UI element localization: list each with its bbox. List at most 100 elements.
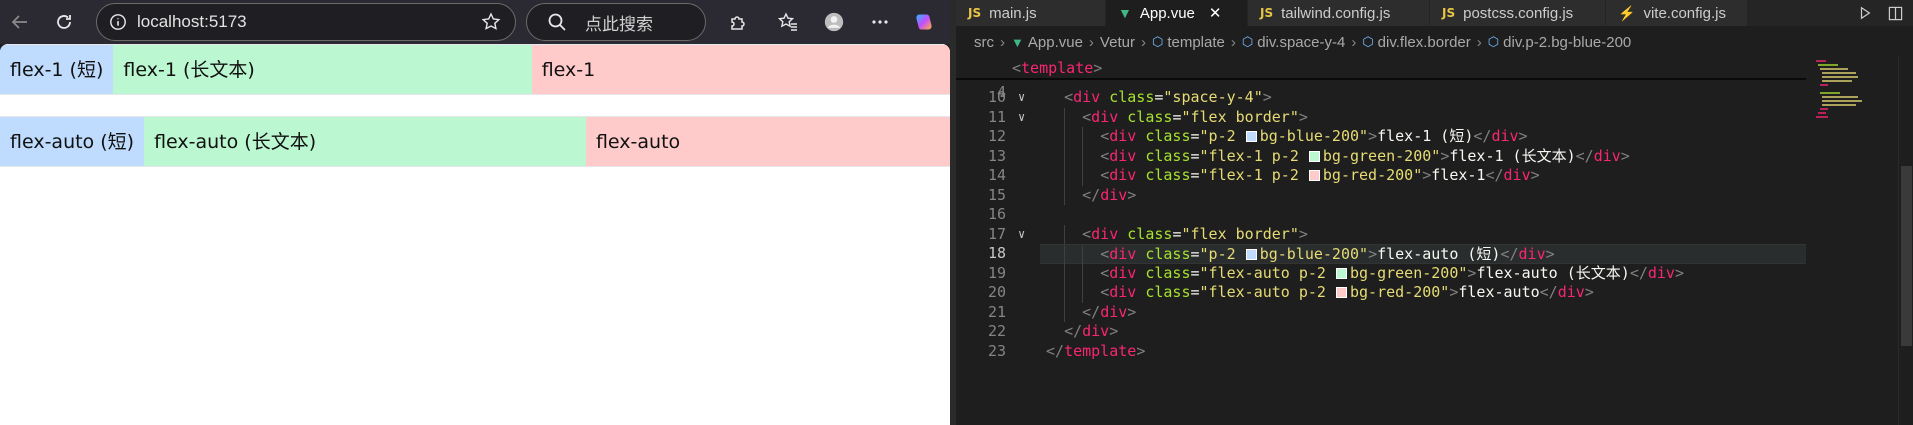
breadcrumb-flex-border[interactable]: div.flex.border: [1378, 34, 1471, 51]
breadcrumb-space-y-4[interactable]: div.space-y-4: [1257, 34, 1345, 51]
code-line[interactable]: 12 <div class="p-2 bg-blue-200">flex-1 (…: [956, 127, 1806, 147]
code-token: >: [1368, 245, 1378, 263]
code-line-content[interactable]: <div class="flex border">: [1040, 107, 1806, 127]
line-number: 18: [987, 244, 1006, 262]
color-swatch[interactable]: [1245, 249, 1257, 260]
star-icon[interactable]: [481, 12, 501, 32]
indent-guide: [1064, 302, 1065, 322]
code-line[interactable]: 15 </div>: [956, 185, 1806, 205]
sticky-scroll-line[interactable]: 4 <template>: [956, 56, 1806, 101]
code-token: >: [1584, 283, 1594, 301]
code-line[interactable]: 20 <div class="flex-auto p-2 bg-red-200"…: [956, 283, 1806, 303]
avatar-icon: [824, 12, 844, 32]
code-line-content[interactable]: <div class="flex-1 p-2 bg-green-200">fle…: [1040, 146, 1806, 166]
page-viewport: flex-1 (短) flex-1 (长文本) flex-1 flex-auto…: [0, 44, 950, 425]
code-line[interactable]: 14 <div class="flex-1 p-2 bg-red-200">fl…: [956, 166, 1806, 186]
code-token: >: [1368, 127, 1378, 145]
code-line-content[interactable]: </div>: [1040, 302, 1806, 322]
code-line-content[interactable]: <div class="flex-1 p-2 bg-red-200">flex-…: [1040, 166, 1806, 186]
indent-guide: [1064, 263, 1065, 283]
profile-button[interactable]: [818, 6, 850, 38]
code-line-content[interactable]: <div class="flex-auto p-2 bg-red-200">fl…: [1040, 283, 1806, 303]
more-button[interactable]: [864, 6, 896, 38]
back-button[interactable]: [4, 6, 36, 38]
flex-1-short-box: flex-1 (短): [0, 45, 114, 94]
breadcrumb-template[interactable]: template: [1167, 34, 1225, 51]
code-token: >: [1674, 263, 1684, 282]
code-line[interactable]: 11 ∨ <div class="flex border">: [956, 107, 1806, 128]
code-line-content[interactable]: <div class="p-2 bg-blue-200">flex-auto (…: [1040, 244, 1806, 265]
flex-auto-long-box: flex-auto (长文本): [144, 117, 586, 166]
code-line[interactable]: 13 <div class="flex-1 p-2 bg-green-200">…: [956, 146, 1806, 166]
tab-main-js[interactable]: JS main.js: [956, 0, 1106, 26]
run-icon[interactable]: [1858, 6, 1872, 20]
breadcrumb-vetur[interactable]: Vetur: [1100, 34, 1135, 51]
code-line[interactable]: 23 </template>: [956, 342, 1806, 362]
indent-guide: [1064, 245, 1065, 265]
search-box[interactable]: 点此搜索: [526, 3, 706, 41]
tab-vite-config[interactable]: ⚡ vite.config.js: [1606, 0, 1748, 26]
scrollbar-thumb[interactable]: [1901, 166, 1912, 346]
code-line-content[interactable]: <div class="flex-auto p-2 bg-green-200">…: [1040, 263, 1806, 283]
indent-guide: [1082, 263, 1083, 283]
code-line-content[interactable]: </div>: [1040, 185, 1806, 205]
browser-window: localhost:5173 点此搜索 flex-1 (短) flex-1 (长…: [0, 0, 950, 425]
reload-button[interactable]: [48, 6, 80, 38]
code-line[interactable]: 10 ∨ <div class="space-y-4">: [956, 88, 1806, 108]
code-area[interactable]: 10 ∨ <div class="space-y-4"> 11 ∨ <div clas…: [956, 88, 1806, 425]
close-icon[interactable]: ✕: [1209, 4, 1222, 22]
code-line-content[interactable]: <div class="p-2 bg-blue-200">flex-1 (短)<…: [1040, 127, 1806, 147]
code-line[interactable]: 21 </div>: [956, 302, 1806, 322]
fold-chevron-icon[interactable]: ∨: [1018, 88, 1034, 108]
minimap[interactable]: [1814, 56, 1894, 425]
code-line[interactable]: 18 <div class="p-2 bg-blue-200">flex-aut…: [956, 244, 1806, 265]
breadcrumb-src[interactable]: src: [974, 34, 994, 51]
tab-label: main.js: [989, 4, 1037, 22]
vertical-scrollbar[interactable]: [1898, 56, 1913, 425]
favorites-button[interactable]: [772, 6, 804, 38]
code-line-content[interactable]: [1040, 205, 1806, 225]
code-line[interactable]: 16: [956, 205, 1806, 225]
color-swatch[interactable]: [1245, 131, 1257, 142]
line-number: 20: [987, 283, 1006, 301]
url-text[interactable]: localhost:5173: [137, 12, 247, 32]
address-bar[interactable]: localhost:5173: [96, 3, 516, 41]
tab-tailwind-config[interactable]: JS tailwind.config.js: [1248, 0, 1430, 26]
code-token: class: [1145, 127, 1191, 145]
code-token: >: [1136, 341, 1146, 360]
code-token: div: [1109, 245, 1137, 263]
code-token: "flex border": [1181, 107, 1299, 126]
line-number: 16: [987, 205, 1006, 223]
fold-chevron-icon[interactable]: ∨: [1018, 108, 1034, 128]
copilot-button[interactable]: [908, 6, 940, 38]
split-editor-icon[interactable]: [1888, 6, 1903, 21]
code-line[interactable]: 22 </div>: [956, 322, 1806, 342]
tab-app-vue[interactable]: ▼ App.vue ✕: [1106, 0, 1248, 26]
color-swatch[interactable]: [1336, 287, 1347, 298]
color-swatch[interactable]: [1308, 150, 1320, 162]
fold-chevron-icon[interactable]: ∨: [1018, 225, 1034, 245]
code-line-content[interactable]: <div class="space-y-4">: [1040, 88, 1806, 108]
tab-postcss-config[interactable]: JS postcss.config.js: [1430, 0, 1606, 26]
code-token: >: [1620, 146, 1630, 165]
site-info-icon[interactable]: [107, 11, 129, 33]
breadcrumb-app-vue[interactable]: App.vue: [1028, 34, 1083, 51]
breadcrumb-p-2-bg-blue[interactable]: div.p-2.bg-blue-200: [1503, 34, 1631, 51]
code-line[interactable]: 19 <div class="flex-auto p-2 bg-green-20…: [956, 263, 1806, 283]
code-token: class: [1109, 88, 1155, 106]
extensions-button[interactable]: [722, 6, 754, 38]
code-line[interactable]: 17 ∨ <div class="flex border">: [956, 224, 1806, 245]
color-swatch[interactable]: [1336, 267, 1347, 279]
code-line-content[interactable]: <div class="flex border">: [1040, 224, 1806, 244]
code-token: flex-1 (短): [1377, 127, 1474, 145]
code-line-content[interactable]: </div>: [1040, 322, 1806, 342]
color-swatch[interactable]: [1308, 170, 1320, 181]
indent-guide: [1064, 185, 1065, 205]
indent-guide: [1082, 283, 1083, 303]
code-line-content[interactable]: <template>: [1006, 56, 1806, 80]
code-line-content[interactable]: </template>: [1040, 342, 1806, 362]
code-token: class: [1127, 107, 1173, 126]
code-token: "flex-1 p-2: [1199, 146, 1308, 165]
code-token: >: [1109, 322, 1119, 340]
